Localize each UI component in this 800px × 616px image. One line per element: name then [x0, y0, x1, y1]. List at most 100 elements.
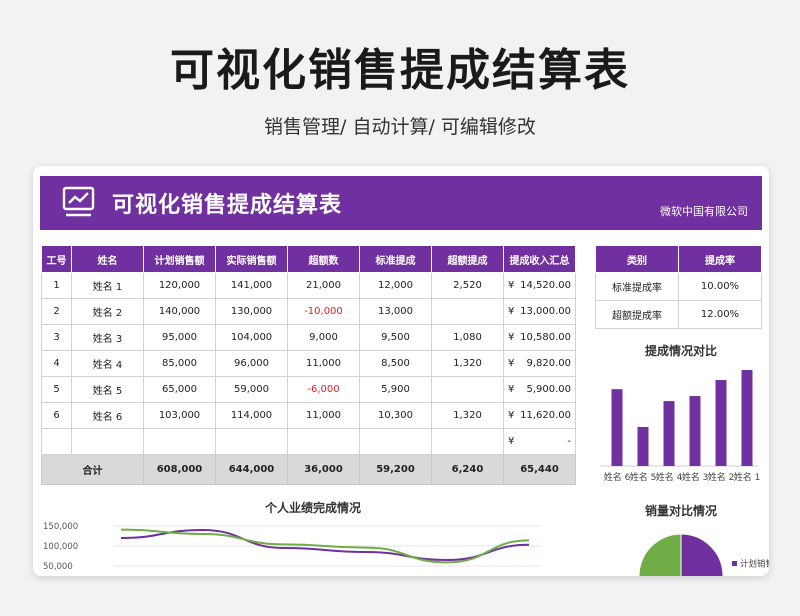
trend-chart-icon	[62, 186, 95, 217]
cell-bonus[interactable]	[431, 376, 504, 403]
cell-total[interactable]: ¥5,900.00	[503, 376, 576, 403]
bar	[715, 380, 727, 466]
cell-excess[interactable]: 9,000	[287, 324, 360, 351]
cell-standard[interactable]: 9,500	[359, 324, 432, 351]
currency-symbol: ¥	[508, 410, 515, 421]
table-row: ¥ -	[41, 428, 576, 455]
cell-excess[interactable]: 11,000	[287, 402, 360, 429]
cell-standard[interactable]: 13,000	[359, 298, 432, 325]
cell-excess[interactable]	[287, 428, 360, 455]
cell-total[interactable]: ¥13,000.00	[503, 298, 576, 325]
cell-bonus[interactable]: 2,520	[431, 272, 504, 299]
cell-standard[interactable]: 10,300	[359, 402, 432, 429]
cell-bonus[interactable]: 1,320	[431, 402, 504, 429]
cell-name[interactable]: 姓名 5	[71, 376, 144, 403]
table-header-row: 工号 姓名 计划销售额 实际销售额 超额数 标准提成 超额提成 提成收入汇总	[41, 245, 576, 273]
cell-standard[interactable]: 12,000	[359, 272, 432, 299]
table-row: 5 姓名 5 65,000 59,000 -6,000 5,900 ¥5,900.00	[41, 376, 576, 403]
cell-excess[interactable]: -10,000	[287, 298, 360, 325]
cell-plan[interactable]: 85,000	[143, 350, 216, 377]
header-standard: 标准提成	[359, 245, 432, 273]
cell-id[interactable]: 1	[41, 272, 72, 299]
cell-actual[interactable]: 59,000	[215, 376, 288, 403]
cell-standard[interactable]	[359, 428, 432, 455]
total-value: 10,580.00	[520, 332, 571, 343]
cell-actual[interactable]: 104,000	[215, 324, 288, 351]
currency-symbol: ¥	[508, 436, 515, 447]
company-name: 微软中国有限公司	[660, 205, 748, 218]
cell-bonus[interactable]	[431, 298, 504, 325]
cell-id[interactable]: 5	[41, 376, 72, 403]
bar	[663, 401, 675, 466]
cell-bonus[interactable]	[431, 428, 504, 455]
cell-standard[interactable]: 8,500	[359, 350, 432, 377]
sheet-card: 可视化销售提成结算表 微软中国有限公司 工号 姓名 计划销售额 实际销售额 超额…	[33, 166, 769, 576]
cell-total[interactable]: ¥11,620.00	[503, 402, 576, 429]
rate-value[interactable]: 10.00%	[678, 272, 762, 301]
cell-standard[interactable]: 5,900	[359, 376, 432, 403]
cell-id[interactable]: 4	[41, 350, 72, 377]
table-row: 标准提成率 10.00%	[595, 272, 762, 301]
cell-actual[interactable]: 96,000	[215, 350, 288, 377]
total-value: -	[567, 436, 571, 447]
total-label: 合计	[41, 454, 144, 485]
header-plan: 计划销售额	[143, 245, 216, 273]
cell-actual[interactable]: 114,000	[215, 402, 288, 429]
header-bonus: 超额提成	[431, 245, 504, 273]
bar-tick-label: 姓名 3	[682, 471, 709, 483]
cell-plan[interactable]	[143, 428, 216, 455]
cell-name[interactable]: 姓名 4	[71, 350, 144, 377]
total-value: 14,520.00	[520, 280, 571, 291]
cell-actual[interactable]: 141,000	[215, 272, 288, 299]
sales-pie-chart: 计划销售额	[638, 533, 769, 576]
total-value: 9,820.00	[526, 358, 571, 369]
cell-total[interactable]: ¥9,820.00	[503, 350, 576, 377]
cell-plan[interactable]: 95,000	[143, 324, 216, 351]
bar	[637, 426, 649, 466]
cell-plan[interactable]: 103,000	[143, 402, 216, 429]
cell-bonus[interactable]: 1,080	[431, 324, 504, 351]
cell-name[interactable]	[71, 428, 144, 455]
cell-actual[interactable]	[215, 428, 288, 455]
total-plan: 608,000	[143, 454, 216, 485]
table-row: 4 姓名 4 85,000 96,000 11,000 8,500 1,320 ¥9,820.…	[41, 350, 576, 377]
cell-actual[interactable]: 130,000	[215, 298, 288, 325]
cell-excess[interactable]: 11,000	[287, 350, 360, 377]
performance-line-chart: 150,000 100,000 50,000	[43, 522, 541, 572]
header-id: 工号	[41, 245, 72, 273]
cell-name[interactable]: 姓名 2	[71, 298, 144, 325]
cell-name[interactable]: 姓名 6	[71, 402, 144, 429]
cell-total[interactable]: ¥10,580.00	[503, 324, 576, 351]
cell-excess[interactable]: -6,000	[287, 376, 360, 403]
cell-plan[interactable]: 140,000	[143, 298, 216, 325]
commission-bar-chart: 姓名 6 姓名 5 姓名 4 姓名 3 姓名 2 姓名 1	[600, 370, 761, 483]
currency-symbol: ¥	[508, 306, 515, 317]
bar-tick-label: 姓名 2	[708, 471, 735, 483]
cell-plan[interactable]: 120,000	[143, 272, 216, 299]
cell-excess[interactable]: 21,000	[287, 272, 360, 299]
header-excess: 超额数	[287, 245, 360, 273]
line-tick-label: 150,000	[43, 522, 78, 532]
cell-total[interactable]: ¥ -	[503, 428, 576, 455]
total-value: 11,620.00	[520, 410, 571, 421]
sheet-banner: 可视化销售提成结算表 微软中国有限公司	[40, 176, 762, 230]
cell-bonus[interactable]: 1,320	[431, 350, 504, 377]
header-rate: 提成率	[678, 245, 762, 273]
cell-name[interactable]: 姓名 1	[71, 272, 144, 299]
total-bonus: 6,240	[431, 454, 504, 485]
bar-tick-label: 姓名 1	[734, 471, 761, 483]
bar-tick-label: 姓名 6	[604, 471, 631, 483]
rate-value[interactable]: 12.00%	[678, 300, 762, 329]
cell-id[interactable]: 6	[41, 402, 72, 429]
cell-name[interactable]: 姓名 3	[71, 324, 144, 351]
cell-id[interactable]: 3	[41, 324, 72, 351]
commission-table: 工号 姓名 计划销售额 实际销售额 超额数 标准提成 超额提成 提成收入汇总 1…	[41, 245, 576, 485]
cell-plan[interactable]: 65,000	[143, 376, 216, 403]
cell-total[interactable]: ¥14,520.00	[503, 272, 576, 299]
cell-id[interactable]	[41, 428, 72, 455]
rate-category[interactable]: 标准提成率	[595, 272, 679, 301]
cell-id[interactable]: 2	[41, 298, 72, 325]
bar-tick-label: 姓名 5	[630, 471, 657, 483]
total-total: 65,440	[503, 454, 576, 485]
rate-category[interactable]: 超额提成率	[595, 300, 679, 329]
